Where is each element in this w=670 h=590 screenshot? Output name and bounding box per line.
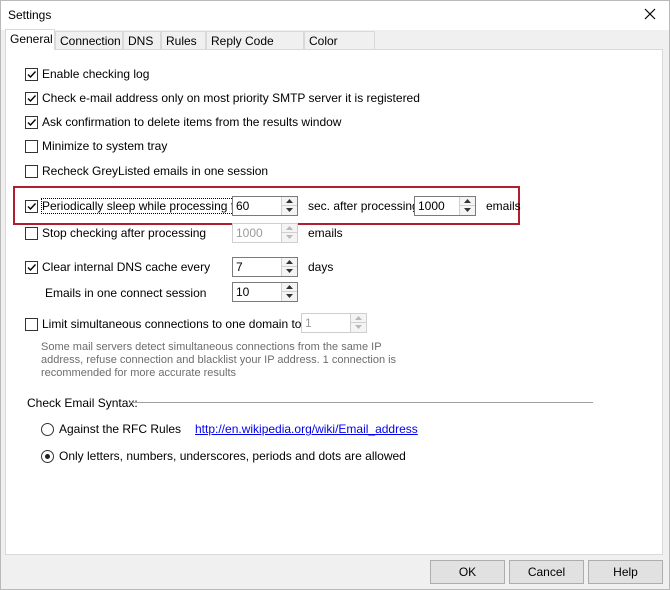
periodic-sleep-label: Periodically sleep while processing for: [41, 198, 246, 214]
tab-dns[interactable]: DNS: [123, 31, 161, 49]
syntax-heading: Check Email Syntax:: [27, 396, 138, 410]
clear-dns-unit: days: [308, 260, 334, 274]
stop-after-spinner[interactable]: 1000: [232, 223, 298, 243]
rfc-rules-radio[interactable]: [41, 422, 54, 436]
settings-window: Settings General Connection DNS Rules Re…: [0, 0, 670, 590]
spin-up-icon[interactable]: [282, 258, 297, 267]
clear-dns-checkbox[interactable]: [25, 260, 38, 274]
spin-up-icon[interactable]: [351, 314, 366, 323]
rfc-rules-option[interactable]: Against the RFC Rules: [41, 421, 181, 437]
recheck-greylisted-checkbox[interactable]: [25, 164, 38, 178]
tab-general[interactable]: General: [5, 29, 55, 50]
recheck-greylisted-option[interactable]: Recheck GreyListed emails in one session: [25, 163, 268, 179]
emails-per-session-label: Emails in one connect session: [45, 286, 207, 300]
spin-up-icon[interactable]: [282, 197, 297, 206]
spin-down-icon[interactable]: [282, 292, 297, 301]
tab-reply-code-rules[interactable]: Reply Code Rules: [206, 31, 304, 66]
spin-up-icon[interactable]: [282, 283, 297, 292]
title-bar: Settings: [1, 1, 669, 30]
check-most-priority-label: Check e-mail address only on most priori…: [42, 91, 420, 105]
clear-dns-option[interactable]: Clear internal DNS cache every: [25, 259, 210, 275]
window-title: Settings: [8, 8, 52, 22]
ask-confirmation-option[interactable]: Ask confirmation to delete items from th…: [25, 114, 341, 130]
syntax-separator: [129, 402, 593, 403]
emails-per-session-value: 10: [236, 285, 250, 299]
spin-up-icon[interactable]: [460, 197, 475, 206]
button-bar: OK Cancel Help: [1, 555, 669, 589]
clear-dns-label: Clear internal DNS cache every: [42, 260, 211, 274]
after-processing-label: sec. after processing: [308, 199, 419, 213]
limit-connections-spinner[interactable]: 1: [301, 313, 367, 333]
stop-after-unit: emails: [308, 226, 343, 240]
spin-down-icon[interactable]: [282, 233, 297, 242]
periodic-sleep-option[interactable]: Periodically sleep while processing for: [25, 198, 246, 214]
spin-down-icon[interactable]: [282, 267, 297, 276]
minimize-tray-label: Minimize to system tray: [42, 139, 168, 153]
limit-connections-option[interactable]: Limit simultaneous connections to one do…: [25, 316, 301, 332]
ok-button[interactable]: OK: [430, 560, 505, 584]
recheck-greylisted-label: Recheck GreyListed emails in one session: [42, 164, 269, 178]
stop-after-option[interactable]: Stop checking after processing: [25, 225, 206, 241]
rfc-rules-label: Against the RFC Rules: [59, 422, 182, 436]
ask-confirmation-checkbox[interactable]: [25, 115, 38, 129]
limit-connections-label: Limit simultaneous connections to one do…: [42, 317, 302, 331]
rfc-wikipedia-link[interactable]: http://en.wikipedia.org/wiki/Email_addre…: [195, 422, 418, 436]
check-most-priority-checkbox[interactable]: [25, 91, 38, 105]
periodic-sleep-checkbox[interactable]: [25, 199, 38, 213]
spin-down-icon[interactable]: [282, 206, 297, 215]
check-most-priority-option[interactable]: Check e-mail address only on most priori…: [25, 90, 420, 106]
simple-syntax-radio[interactable]: [41, 449, 54, 463]
help-button[interactable]: Help: [588, 560, 663, 584]
tab-color-theme[interactable]: Color Theme: [304, 31, 375, 66]
tab-connection[interactable]: Connection: [55, 31, 123, 49]
minimize-tray-checkbox[interactable]: [25, 139, 38, 153]
sleep-emails-value: 1000: [418, 199, 445, 213]
enable-log-option[interactable]: Enable checking log: [25, 66, 149, 82]
emails-label: emails: [486, 199, 521, 213]
spin-down-icon[interactable]: [351, 323, 366, 332]
limit-connections-description: Some mail servers detect simultaneous co…: [41, 341, 397, 379]
clear-dns-spinner[interactable]: 7: [232, 257, 298, 277]
stop-after-checkbox[interactable]: [25, 226, 38, 240]
clear-dns-value: 7: [236, 260, 243, 274]
minimize-tray-option[interactable]: Minimize to system tray: [25, 138, 167, 154]
close-icon[interactable]: [643, 7, 657, 21]
simple-syntax-option[interactable]: Only letters, numbers, underscores, peri…: [41, 448, 406, 464]
stop-after-label: Stop checking after processing: [42, 226, 207, 240]
emails-per-session-spinner[interactable]: 10: [232, 282, 298, 302]
stop-after-value: 1000: [236, 226, 263, 240]
cancel-button[interactable]: Cancel: [509, 560, 584, 584]
sleep-seconds-value: 60: [236, 199, 250, 213]
sleep-emails-spinner[interactable]: 1000: [414, 196, 476, 216]
sleep-seconds-spinner[interactable]: 60: [232, 196, 298, 216]
limit-connections-checkbox[interactable]: [25, 317, 38, 331]
ask-confirmation-label: Ask confirmation to delete items from th…: [42, 115, 342, 129]
spin-up-icon[interactable]: [282, 224, 297, 233]
spin-down-icon[interactable]: [460, 206, 475, 215]
simple-syntax-label: Only letters, numbers, underscores, peri…: [59, 449, 406, 463]
tab-rules[interactable]: Rules: [161, 31, 206, 49]
limit-connections-value: 1: [305, 316, 312, 330]
enable-log-checkbox[interactable]: [25, 67, 38, 81]
enable-log-label: Enable checking log: [42, 67, 150, 81]
